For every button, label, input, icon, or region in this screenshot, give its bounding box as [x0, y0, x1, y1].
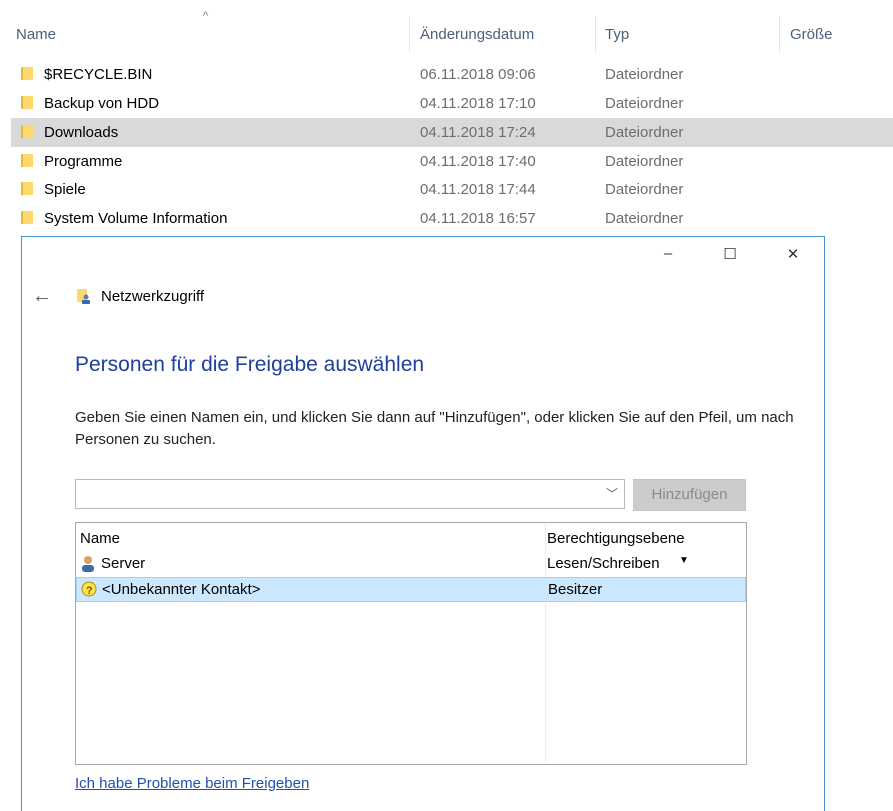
chevron-down-icon[interactable]: ﹀ [606, 485, 618, 502]
instruction-text: Geben Sie einen Namen ein, und klicken S… [75, 409, 794, 448]
folder-icon [21, 182, 33, 195]
permission-dropdown[interactable]: Lesen/Schreiben [547, 555, 660, 572]
network-share-icon [77, 289, 90, 304]
file-date: 04.11.2018 17:44 [420, 181, 536, 198]
back-arrow-icon[interactable]: ← [32, 285, 52, 308]
svg-text:?: ? [86, 585, 93, 597]
user-combobox[interactable]: ﹀ [75, 479, 625, 509]
add-button[interactable]: Hinzufügen [633, 479, 746, 511]
list-item[interactable]: Server Lesen/Schreiben ▼ [76, 552, 746, 577]
file-row[interactable]: Spiele 04.11.2018 17:44 Dateiordner [11, 175, 893, 204]
list-item-selected[interactable]: ? <Unbekannter Kontakt> Besitzer [76, 577, 746, 602]
folder-icon [21, 67, 33, 80]
page-title: Personen für die Freigabe auswählen [75, 353, 425, 376]
file-name: Backup von HDD [44, 95, 160, 112]
file-name: Programme [44, 153, 123, 170]
file-row[interactable]: Backup von HDD 04.11.2018 17:10 Dateiord… [11, 89, 893, 118]
column-header-date[interactable]: Änderungsdatum [420, 26, 534, 43]
file-type: Dateiordner [605, 66, 684, 83]
dropdown-arrow-icon[interactable]: ▼ [679, 555, 689, 566]
file-name: Spiele [44, 181, 86, 198]
file-date: 04.11.2018 17:10 [420, 95, 536, 112]
file-type: Dateiordner [605, 153, 684, 170]
file-name: $RECYCLE.BIN [44, 66, 153, 83]
column-header-bar: Name Änderungsdatum Typ Größe [0, 16, 893, 52]
file-row[interactable]: $RECYCLE.BIN 06.11.2018 09:06 Dateiordne… [11, 60, 893, 89]
unknown-contact-icon: ? [81, 581, 97, 597]
user-icon [82, 556, 94, 572]
file-row[interactable]: Programme 04.11.2018 17:40 Dateiordner [11, 147, 893, 176]
column-divider[interactable] [595, 16, 596, 52]
list-header-name: Name [80, 530, 121, 547]
file-date: 06.11.2018 09:06 [420, 66, 536, 83]
column-header-type[interactable]: Typ [605, 26, 629, 43]
file-type: Dateiordner [605, 210, 684, 227]
close-button[interactable]: ✕ [773, 245, 813, 269]
sharing-help-link[interactable]: Ich habe Probleme beim Freigeben [75, 775, 309, 792]
list-header-permission: Berechtigungsebene [547, 530, 685, 547]
folder-icon [21, 154, 33, 167]
file-row[interactable]: System Volume Information 04.11.2018 16:… [11, 204, 893, 233]
share-permissions-list: Name Berechtigungsebene Server Lesen/Sch… [75, 522, 747, 765]
column-divider[interactable] [779, 16, 780, 52]
folder-icon [21, 211, 33, 224]
column-header-name[interactable]: Name [16, 26, 56, 43]
file-name: System Volume Information [44, 210, 228, 227]
file-date: 04.11.2018 16:57 [420, 210, 536, 227]
list-item-name: <Unbekannter Kontakt> [102, 581, 261, 598]
user-name-input[interactable] [80, 480, 604, 508]
file-type: Dateiordner [605, 124, 684, 141]
column-header-size[interactable]: Größe [790, 26, 833, 43]
file-name: Downloads [44, 124, 119, 141]
folder-icon [21, 96, 33, 109]
minimize-button[interactable]: – [648, 245, 688, 269]
file-row-selected[interactable]: Downloads 04.11.2018 17:24 Dateiordner [11, 118, 893, 147]
network-access-dialog: – ☐ ✕ ← Netzwerkzugriff Personen für die… [21, 236, 825, 811]
file-date: 04.11.2018 17:40 [420, 153, 536, 170]
column-divider[interactable] [409, 16, 410, 52]
file-date: 04.11.2018 17:24 [420, 124, 536, 141]
file-type: Dateiordner [605, 181, 684, 198]
file-type: Dateiordner [605, 95, 684, 112]
list-item-name: Server [101, 555, 146, 572]
breadcrumb-title: Netzwerkzugriff [101, 288, 205, 305]
permission-value: Besitzer [548, 581, 603, 598]
file-explorer: ^ Name Änderungsdatum Typ Größe $RECYCLE… [0, 0, 893, 240]
folder-icon [21, 125, 33, 138]
maximize-button[interactable]: ☐ [710, 245, 750, 269]
